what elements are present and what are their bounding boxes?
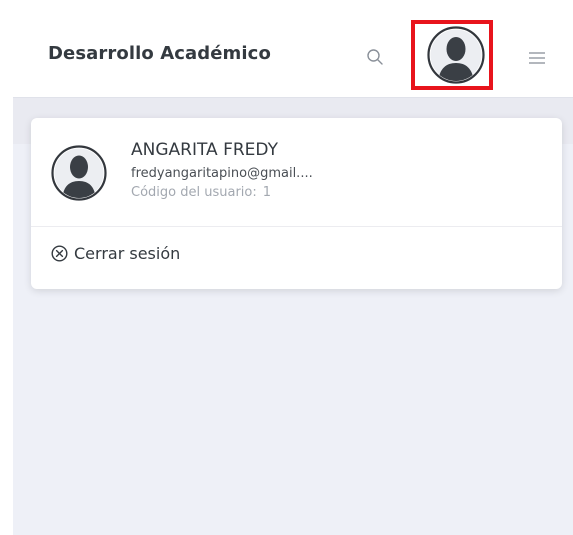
top-bar: Desarrollo Académico (13, 17, 573, 97)
user-name: ANGARITA FREDY (131, 140, 278, 160)
close-circle-icon (51, 245, 68, 262)
page-title: Desarrollo Académico (48, 43, 271, 64)
app-frame: Desarrollo Académico ANGARITA FREDY fred… (13, 17, 573, 535)
user-code-value: 1 (262, 185, 272, 200)
hamburger-menu-icon[interactable] (528, 51, 546, 65)
user-code-label: Código del usuario: (131, 185, 257, 200)
user-email: fredyangaritapino@gmail.... (131, 166, 313, 181)
divider (31, 226, 562, 227)
search-icon[interactable] (366, 48, 384, 66)
user-avatar-icon[interactable] (427, 26, 485, 84)
user-code: Código del usuario: 1 (131, 185, 271, 200)
logout-button[interactable]: Cerrar sesión (51, 244, 180, 263)
logout-label: Cerrar sesión (74, 244, 181, 263)
user-dropdown-menu: ANGARITA FREDY fredyangaritapino@gmail..… (31, 118, 562, 289)
user-avatar-icon (51, 145, 107, 201)
